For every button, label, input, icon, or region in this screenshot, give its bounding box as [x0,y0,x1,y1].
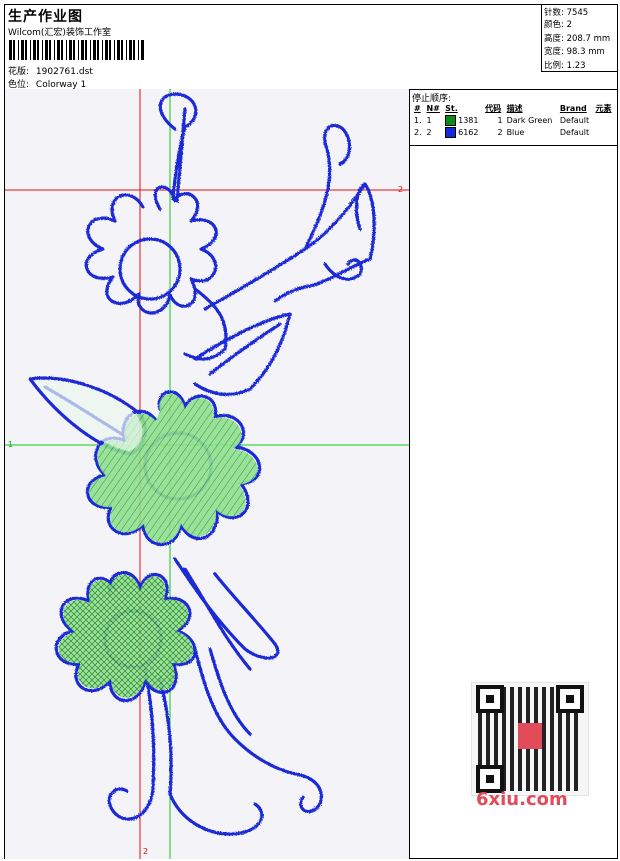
design-scale: 比例: 1.23 [544,61,586,71]
table-row: 1. 1 1381 1 Dark Green Default [414,114,590,126]
color-swatch [445,114,457,126]
barcode-image [9,40,144,60]
design-file-value: 1902761.dst [35,67,93,77]
stitch-count: 针数: 7545 [544,8,589,18]
color-swatch [445,126,457,138]
design-file-label: 花版: [8,67,30,77]
design-stats: 针数: 7545 颜色: 2 高度: 208.7 mm 宽度: 98.3 mm … [541,5,618,72]
table-header-row: # N# St. 代码 描述 Brand 元素 [412,103,615,114]
color-count: 颜色: 2 [544,20,572,30]
stop-sequence-table: # N# St. 代码 描述 Brand 元素 1. 1 1381 1 Dark… [412,103,615,138]
col-brand: Brand [559,104,587,113]
table-row: 2. 2 6162 2 Blue Default [414,126,590,138]
watermark-text: 6xiu.com [476,789,568,810]
col-stitches: St. [445,104,458,113]
guide-label-mid: 1 [8,440,14,449]
embroidery-preview: 2 1 2 [5,89,410,859]
design-width: 宽度: 98.3 mm [544,47,605,57]
worksheet-header: 生产作业图 Wilcom(汇宏)装饰工作室 花版: 1902761.dst 色位… [5,5,618,90]
page-title: 生产作业图 [8,9,83,25]
col-code: 代码 [485,104,502,113]
embroidery-drawing [5,89,409,859]
col-number: N# [426,104,440,113]
col-element: 元素 [595,104,612,113]
panel-divider [410,145,617,146]
col-description: 描述 [506,104,523,113]
green-fill-stitches [35,380,258,698]
design-file-row: 花版: 1902761.dst [8,64,93,77]
guide-label-top: 2 [398,185,404,194]
qr-code-image [471,682,589,796]
guide-label-bottom: 2 [143,847,149,856]
col-index: # [414,104,421,113]
design-height: 高度: 208.7 mm [544,34,611,44]
studio-name: Wilcom(汇宏)装饰工作室 [8,28,111,38]
